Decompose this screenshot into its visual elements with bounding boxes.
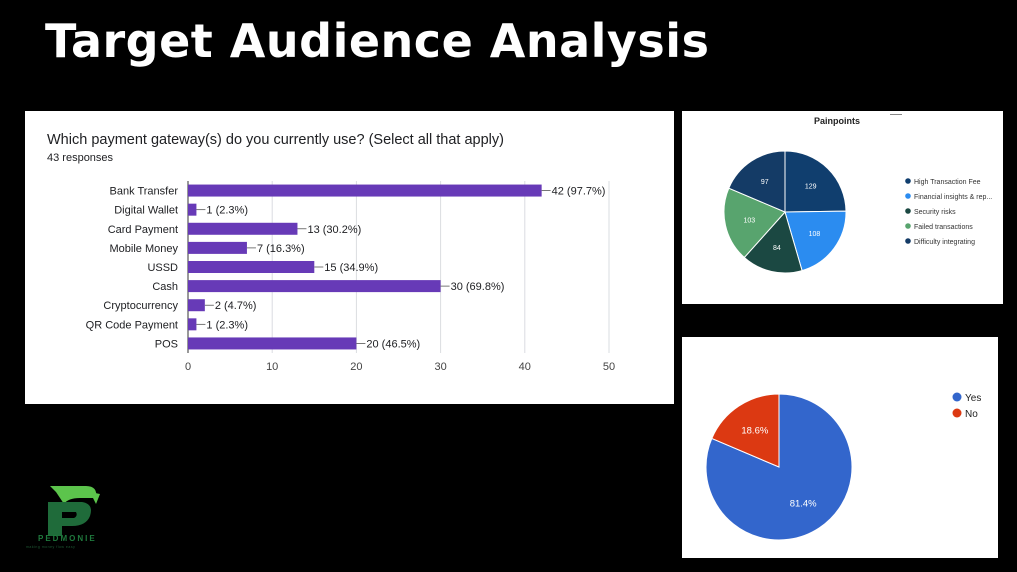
- legend-label: No: [965, 409, 978, 420]
- data-label: 20 (46.5%): [366, 338, 420, 350]
- bar: [188, 299, 205, 312]
- bar: [188, 222, 298, 235]
- data-label: 13 (30.2%): [307, 224, 361, 236]
- x-tick-label: 40: [519, 361, 531, 373]
- slice-label: 108: [809, 231, 821, 238]
- category-label: Digital Wallet: [114, 205, 178, 217]
- data-label: 2 (4.7%): [215, 300, 257, 312]
- legend-label: Financial insights & rep...: [914, 194, 992, 201]
- legend-marker: [905, 208, 911, 214]
- x-tick-label: 10: [266, 361, 278, 373]
- pie-slice: [784, 150, 847, 213]
- data-label: 7 (16.3%): [257, 243, 305, 255]
- category-label: Cryptocurrency: [103, 300, 178, 312]
- painpoints-chart-panel: Painpoints 129 108 84 103 97 High Transaction…: [682, 111, 1003, 304]
- slice-label: 81.4%: [790, 499, 817, 510]
- slice-label: 129: [805, 183, 817, 190]
- bar: [188, 280, 441, 293]
- logo-wordmark: PEDMONIE: [38, 534, 97, 543]
- payment-gateway-chart-panel: Which payment gateway(s) do you currentl…: [25, 111, 674, 404]
- legend-label: Failed transactions: [914, 224, 973, 231]
- slice-label: 103: [743, 217, 755, 224]
- payment-gateway-bar-chart: 0 10 20 30 40 50 Bank Transfer 42 (97.7%) Digita…: [86, 181, 615, 373]
- data-label: 15 (34.9%): [324, 262, 378, 274]
- slice-label: 97: [761, 179, 769, 186]
- slide-title: Target Audience Analysis: [45, 14, 710, 68]
- legend-marker: [905, 178, 911, 184]
- yes-no-chart-panel: 81.4% 18.6% Yes No: [682, 337, 998, 558]
- data-label: 1 (2.3%): [206, 205, 248, 217]
- slice-label: 18.6%: [741, 426, 768, 437]
- category-label: Bank Transfer: [110, 186, 179, 198]
- bar: [188, 241, 247, 254]
- category-label: QR Code Payment: [86, 319, 178, 331]
- data-label: 30 (69.8%): [451, 281, 505, 293]
- category-label: Card Payment: [108, 224, 178, 236]
- legend-label: High Transaction Fee: [914, 179, 981, 186]
- category-label: POS: [155, 338, 178, 350]
- category-label: Mobile Money: [110, 243, 179, 255]
- legend-marker: [952, 392, 962, 402]
- x-tick-label: 30: [434, 361, 446, 373]
- data-label: 1 (2.3%): [206, 319, 248, 331]
- x-tick-label: 0: [185, 361, 191, 373]
- legend-label: Yes: [965, 393, 981, 404]
- painpoints-pie-chart: 129 108 84 103 97 High Transaction Fee Financi…: [723, 150, 992, 274]
- slice-label: 84: [773, 245, 781, 252]
- x-tick-label: 50: [603, 361, 615, 373]
- bar: [188, 318, 197, 331]
- bar: [188, 337, 357, 350]
- category-label: USSD: [147, 262, 178, 274]
- yes-no-pie-chart: 81.4% 18.6% Yes No: [705, 392, 981, 541]
- category-label: Cash: [152, 281, 178, 293]
- data-label: 42 (97.7%): [552, 186, 606, 198]
- logo-tagline: making money flow easy: [26, 545, 76, 549]
- bar: [188, 184, 542, 197]
- bar: [188, 261, 315, 273]
- bar: [188, 203, 197, 216]
- legend-marker: [905, 223, 911, 229]
- x-tick-label: 20: [350, 361, 362, 373]
- legend-marker: [905, 193, 911, 199]
- legend-label: Difficulty integrating: [914, 239, 975, 246]
- legend-label: Security risks: [914, 209, 956, 216]
- legend-marker: [905, 238, 911, 244]
- legend-marker: [952, 408, 962, 418]
